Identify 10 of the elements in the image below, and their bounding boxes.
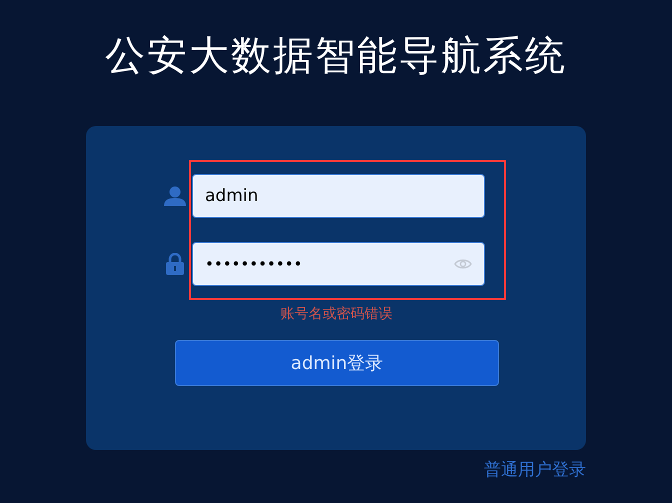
error-message: 账号名或密码错误 [280,305,392,324]
alt-login-link[interactable]: 普通用户登录 [484,458,586,484]
user-icon [164,186,186,206]
password-field[interactable]: ••••••••••• [192,242,485,286]
lock-icon [166,253,184,275]
password-value: ••••••••••• [205,254,302,275]
eye-icon[interactable] [454,258,472,270]
page-title: 公安大数据智能导航系统 [105,32,567,81]
username-field[interactable]: admin [192,174,485,218]
login-button[interactable]: admin登录 [175,340,499,386]
